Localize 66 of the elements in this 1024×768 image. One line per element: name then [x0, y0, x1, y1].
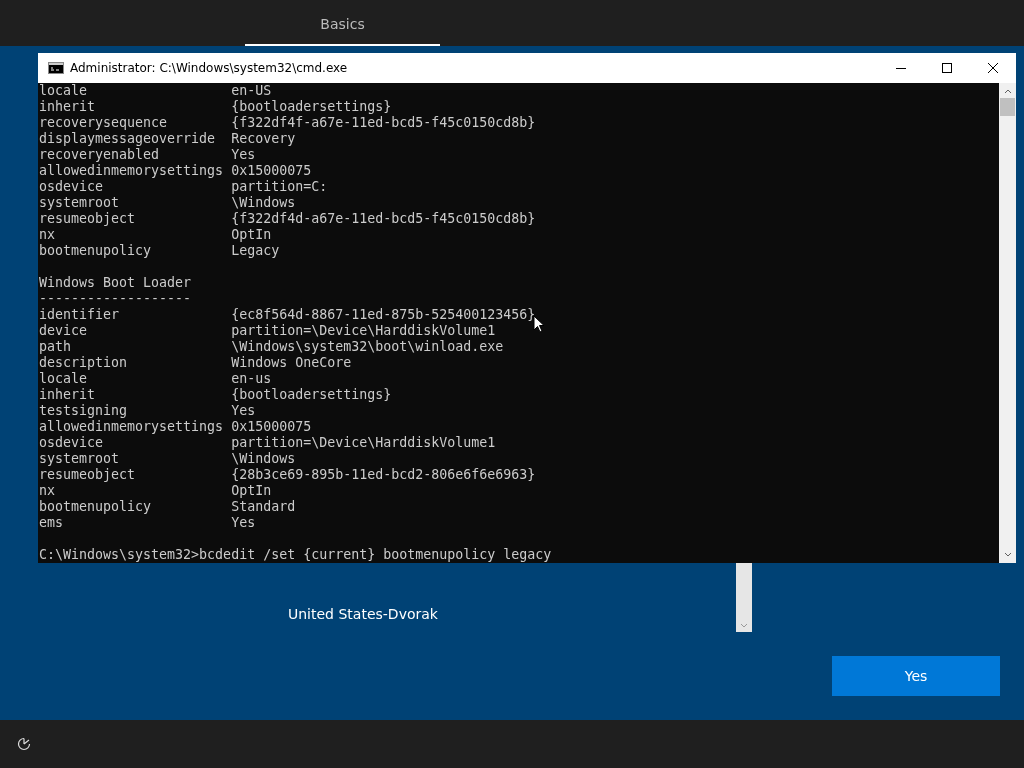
- setting-name: description: [39, 355, 129, 371]
- setting-value: OptIn: [231, 483, 272, 498]
- setting-name: osdevice: [39, 435, 105, 451]
- mouse-pointer-icon: [533, 315, 545, 333]
- setting-name: identifier: [39, 307, 121, 323]
- setting-name: locale: [39, 83, 89, 99]
- setting-name: nx: [39, 483, 56, 499]
- setting-value: 0x15000075: [231, 163, 312, 178]
- console-icon: [48, 62, 64, 74]
- setting-value: {28b3ce69-895b-11ed-bcd2-806e6f6e6963}: [231, 467, 536, 482]
- setting-value: Yes: [231, 147, 256, 162]
- setting-value: Standard: [231, 499, 296, 514]
- setting-name: path: [39, 339, 73, 355]
- setting-value: \Windows: [231, 451, 296, 466]
- setting-value: Windows OneCore: [231, 355, 352, 370]
- setting-value: en-US: [231, 83, 272, 98]
- setting-name: allowedinmemorysettings: [39, 163, 225, 179]
- setting-value: Recovery: [231, 131, 296, 146]
- setting-name: resumeobject: [39, 467, 137, 483]
- window-title: Administrator: C:\Windows\system32\cmd.exe: [70, 61, 349, 75]
- setting-name: bootmenupolicy: [39, 243, 153, 259]
- setting-name: inherit: [39, 99, 97, 115]
- setting-name: systemroot: [39, 451, 121, 467]
- setting-value: {bootloadersettings}: [231, 99, 392, 114]
- setting-name: inherit: [39, 387, 97, 403]
- chevron-up-icon[interactable]: [1003, 89, 1012, 94]
- dashed-rule: -------------------: [39, 291, 193, 307]
- setting-value: partition=C:: [231, 179, 328, 194]
- setting-name: locale: [39, 371, 89, 387]
- setting-name: displaymessageoverride: [39, 131, 217, 147]
- setting-name: ems: [39, 515, 65, 531]
- setting-value: \Windows: [231, 195, 296, 210]
- setting-value: {f322df4f-a67e-11ed-bcd5-f45c0150cd8b}: [231, 115, 536, 130]
- setting-name: osdevice: [39, 179, 105, 195]
- accessibility-icon[interactable]: [17, 737, 31, 751]
- setting-name: allowedinmemorysettings: [39, 419, 225, 435]
- setting-name: device: [39, 323, 89, 339]
- maximize-icon[interactable]: [941, 62, 953, 74]
- setting-value: en-us: [231, 371, 272, 386]
- yes-button[interactable]: Yes: [832, 656, 1000, 696]
- setting-value: partition=\Device\HarddiskVolume1: [231, 435, 496, 450]
- setting-value: {bootloadersettings}: [231, 387, 392, 402]
- setting-value: Yes: [231, 515, 256, 530]
- setting-name: nx: [39, 227, 56, 243]
- setting-value: OptIn: [231, 227, 272, 242]
- chevron-down-icon[interactable]: [1003, 552, 1012, 557]
- setting-value: partition=\Device\HarddiskVolume1: [231, 323, 496, 338]
- setting-value: Yes: [231, 403, 256, 418]
- list-item[interactable]: United States-Dvorak: [288, 606, 736, 622]
- setting-name: systemroot: [39, 195, 121, 211]
- setting-name: bootmenupolicy: [39, 499, 153, 515]
- setting-name: recoverysequence: [39, 115, 169, 131]
- setting-value: {f322df4d-a67e-11ed-bcd5-f45c0150cd8b}: [231, 211, 536, 226]
- setting-name: recoveryenabled: [39, 147, 161, 163]
- setting-value: 0x15000075: [231, 419, 312, 434]
- section-heading: Windows Boot Loader: [39, 275, 193, 291]
- setting-value: {ec8f564d-8867-11ed-875b-525400123456}: [231, 307, 536, 322]
- command-prompt: C:\Windows\system32>bcdedit /set {current} bootmenupolicy legacy: [39, 547, 553, 563]
- setting-value: \Windows\system32\boot\winload.exe: [231, 339, 504, 354]
- setting-value: Legacy: [231, 243, 280, 258]
- setting-name: testsigning: [39, 403, 129, 419]
- setting-name: resumeobject: [39, 211, 137, 227]
- close-icon[interactable]: [987, 62, 999, 74]
- scroll-thumb[interactable]: [1000, 98, 1015, 116]
- scrollbar[interactable]: [999, 83, 1016, 563]
- scrollbar[interactable]: [736, 563, 752, 632]
